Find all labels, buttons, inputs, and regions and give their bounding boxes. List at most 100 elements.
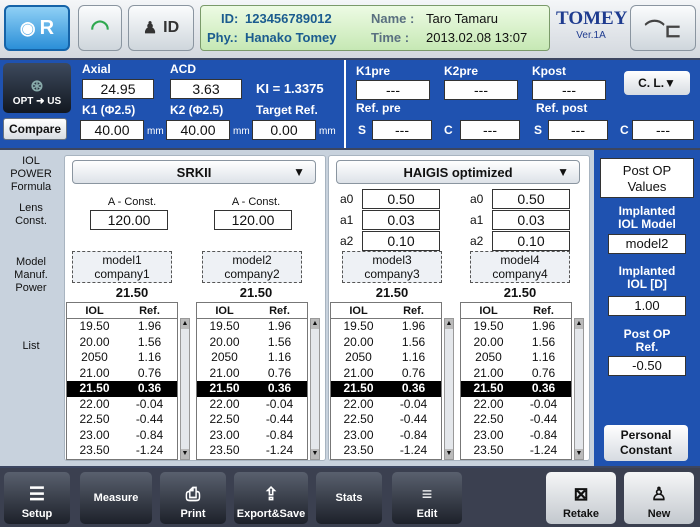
- right-eye-button[interactable]: ◉ R: [4, 5, 70, 51]
- ref-post-c-field[interactable]: ---: [632, 120, 694, 140]
- table-row[interactable]: 19.50 1.96: [461, 319, 571, 335]
- scroll-up-icon[interactable]: ▲: [181, 319, 189, 329]
- table-row[interactable]: 21.00 0.76: [461, 366, 571, 382]
- scroll-up-icon[interactable]: ▲: [575, 319, 583, 329]
- table-row[interactable]: 19.50 1.96: [331, 319, 441, 335]
- ref-pre-c-field[interactable]: ---: [460, 120, 520, 140]
- iol-cell: 22.00: [209, 396, 240, 411]
- a0-field-3[interactable]: 0.50: [362, 189, 440, 209]
- table-row[interactable]: 20.00 1.56: [461, 335, 571, 351]
- iol-table-2[interactable]: IOL Ref. 19.50 1.96 20.00 1.56 2050 1.16 21.00 0.…: [196, 302, 308, 460]
- edit-button[interactable]: ≡ Edit: [392, 472, 462, 524]
- acd-field[interactable]: 3.63: [170, 79, 242, 99]
- table-row[interactable]: 20.00 1.56: [331, 335, 441, 351]
- k2-field[interactable]: 40.00: [166, 120, 230, 140]
- a1-field-3[interactable]: 0.03: [362, 210, 440, 230]
- table-row[interactable]: 23.00 -0.84: [331, 428, 441, 444]
- print-button[interactable]: ⎙ Print: [160, 472, 226, 524]
- opt-us-button[interactable]: ⊛ OPT ➜ US: [3, 63, 71, 113]
- table-row[interactable]: 2050 1.16: [197, 350, 307, 366]
- table-row[interactable]: 21.50 0.36: [461, 381, 571, 397]
- model-box-4[interactable]: model4 company4: [470, 251, 570, 283]
- table-row[interactable]: 22.00 -0.04: [461, 397, 571, 413]
- table-row[interactable]: 22.00 -0.04: [331, 397, 441, 413]
- scroll-down-icon[interactable]: ▼: [445, 449, 453, 459]
- formula-select-1[interactable]: SRKII ▼: [72, 160, 316, 184]
- new-button[interactable]: ♙ New: [624, 472, 694, 524]
- implanted-model-field[interactable]: model2: [608, 234, 686, 254]
- compare-button[interactable]: Compare: [3, 118, 67, 140]
- aconst-field-2[interactable]: 120.00: [214, 210, 292, 230]
- table-row[interactable]: 23.50 -1.24: [461, 443, 571, 459]
- kpost-field[interactable]: ---: [532, 80, 606, 100]
- scroll-down-icon[interactable]: ▼: [181, 449, 189, 459]
- a2-label-4: a2: [470, 234, 484, 248]
- ref-post-s-field[interactable]: ---: [548, 120, 608, 140]
- list-scrollbar[interactable]: ▲ ▼: [180, 318, 190, 460]
- target-ref-field[interactable]: 0.00: [252, 120, 316, 140]
- table-row[interactable]: 20.00 1.56: [67, 335, 177, 351]
- eye-lens-button[interactable]: ⌒⊏: [630, 5, 696, 51]
- a0-field-4[interactable]: 0.50: [492, 189, 570, 209]
- model-box-2[interactable]: model2 company2: [202, 251, 302, 283]
- scroll-down-icon[interactable]: ▼: [575, 449, 583, 459]
- a2-field-4[interactable]: 0.10: [492, 231, 570, 251]
- table-row[interactable]: 22.50 -0.44: [461, 412, 571, 428]
- table-row[interactable]: 21.50 0.36: [331, 381, 441, 397]
- model-box-1[interactable]: model1 company1: [72, 251, 172, 283]
- patient-id-button[interactable]: ♟ ID: [128, 5, 194, 51]
- table-row[interactable]: 23.00 -0.84: [461, 428, 571, 444]
- table-row[interactable]: 23.00 -0.84: [67, 428, 177, 444]
- iol-table-3[interactable]: IOL Ref. 19.50 1.96 20.00 1.56 2050 1.16 21.00 0.…: [330, 302, 442, 460]
- a1-field-4[interactable]: 0.03: [492, 210, 570, 230]
- model-box-3[interactable]: model3 company3: [342, 251, 442, 283]
- implanted-iol-field[interactable]: 1.00: [608, 296, 686, 316]
- table-row[interactable]: 21.00 0.76: [197, 366, 307, 382]
- scroll-down-icon[interactable]: ▼: [311, 449, 319, 459]
- contact-lens-dropdown[interactable]: C. L.▼: [624, 71, 690, 95]
- post-op-ref-field[interactable]: -0.50: [608, 356, 686, 376]
- table-row[interactable]: 22.50 -0.44: [67, 412, 177, 428]
- table-row[interactable]: 21.50 0.36: [197, 381, 307, 397]
- personal-constant-button[interactable]: Personal Constant: [604, 425, 688, 461]
- table-row[interactable]: 20.00 1.56: [197, 335, 307, 351]
- list-scrollbar[interactable]: ▲ ▼: [310, 318, 320, 460]
- table-row[interactable]: 21.50 0.36: [67, 381, 177, 397]
- aconst-field-1[interactable]: 120.00: [90, 210, 168, 230]
- wifi-button[interactable]: ◠: [78, 5, 122, 51]
- scroll-up-icon[interactable]: ▲: [445, 319, 453, 329]
- formula-select-2[interactable]: HAIGIS optimized ▼: [336, 160, 580, 184]
- retake-button[interactable]: ⊠ Retake: [546, 472, 616, 524]
- iol-table-4[interactable]: IOL Ref. 19.50 1.96 20.00 1.56 2050 1.16 21.00 0.…: [460, 302, 572, 460]
- a2-field-3[interactable]: 0.10: [362, 231, 440, 251]
- axial-field[interactable]: 24.95: [82, 79, 154, 99]
- table-row[interactable]: 22.50 -0.44: [331, 412, 441, 428]
- table-row[interactable]: 19.50 1.96: [67, 319, 177, 335]
- scroll-up-icon[interactable]: ▲: [311, 319, 319, 329]
- table-row[interactable]: 22.00 -0.04: [67, 397, 177, 413]
- k1-field[interactable]: 40.00: [80, 120, 144, 140]
- table-row[interactable]: 23.00 -0.84: [197, 428, 307, 444]
- table-row[interactable]: 23.50 -1.24: [331, 443, 441, 459]
- ref-pre-s-field[interactable]: ---: [372, 120, 432, 140]
- stats-button[interactable]: Stats: [316, 472, 382, 524]
- table-row[interactable]: 19.50 1.96: [197, 319, 307, 335]
- k2pre-field[interactable]: ---: [444, 80, 518, 100]
- list-scrollbar[interactable]: ▲ ▼: [574, 318, 584, 460]
- table-row[interactable]: 23.50 -1.24: [197, 443, 307, 459]
- list-scrollbar[interactable]: ▲ ▼: [444, 318, 454, 460]
- iol-table-1[interactable]: IOL Ref. 19.50 1.96 20.00 1.56 2050 1.16 21.00 0.…: [66, 302, 178, 460]
- table-row[interactable]: 21.00 0.76: [67, 366, 177, 382]
- table-row[interactable]: 2050 1.16: [461, 350, 571, 366]
- table-row[interactable]: 22.00 -0.04: [197, 397, 307, 413]
- export-save-button[interactable]: ⇪ Export&Save: [234, 472, 308, 524]
- table-row[interactable]: 21.00 0.76: [331, 366, 441, 382]
- table-row[interactable]: 2050 1.16: [67, 350, 177, 366]
- table-row[interactable]: 2050 1.16: [331, 350, 441, 366]
- measure-button[interactable]: Measure: [80, 472, 152, 524]
- company-name-2: company2: [224, 267, 280, 281]
- table-row[interactable]: 23.50 -1.24: [67, 443, 177, 459]
- k1pre-field[interactable]: ---: [356, 80, 430, 100]
- table-row[interactable]: 22.50 -0.44: [197, 412, 307, 428]
- setup-button[interactable]: ☰ Setup: [4, 472, 70, 524]
